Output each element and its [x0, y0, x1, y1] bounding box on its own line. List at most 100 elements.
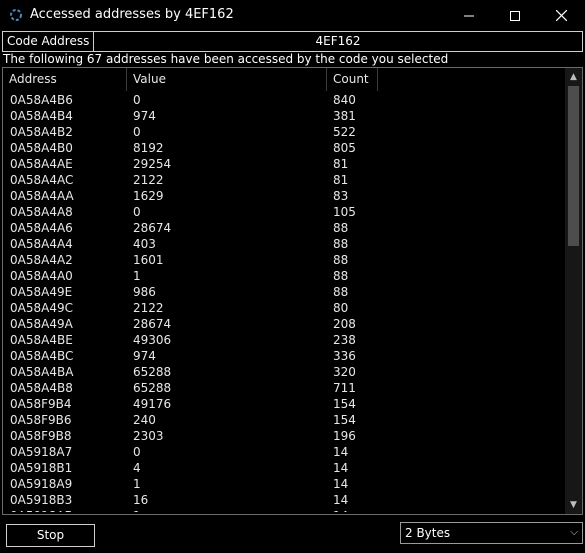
close-button[interactable] — [538, 0, 584, 31]
chevron-down-icon: ⌵ — [570, 527, 578, 538]
count-cell: 208 — [333, 317, 356, 331]
chevron-down-icon[interactable]: ▼ — [565, 498, 582, 512]
count-cell: 14 — [333, 508, 348, 512]
count-cell: 196 — [333, 429, 356, 443]
maximize-button[interactable] — [492, 0, 538, 31]
table-row[interactable]: 0A58A4BA 65288 320 — [3, 364, 565, 380]
value-cell: 974 — [133, 109, 156, 123]
table-row[interactable]: 0A5918B3 16 14 — [3, 492, 565, 508]
count-cell: 381 — [333, 109, 356, 123]
value-cell: 8192 — [133, 141, 164, 155]
address-cell: 0A58A4AC — [10, 173, 74, 187]
address-cell: 0A58F9B4 — [10, 397, 72, 411]
table-row[interactable]: 0A5918B1 4 14 — [3, 460, 565, 476]
table-row[interactable]: 0A58A49A 28674 208 — [3, 316, 565, 332]
table-row[interactable]: 0A58A4B6 0 840 — [3, 92, 565, 108]
value-cell: 1 — [133, 269, 141, 283]
count-cell: 840 — [333, 93, 356, 107]
count-cell: 80 — [333, 301, 349, 315]
table-row[interactable]: 0A58F9B4 49176 154 — [3, 396, 565, 412]
column-header-address[interactable]: Address — [3, 68, 127, 91]
address-cell: 0A58A4A6 — [10, 221, 73, 235]
count-cell: 320 — [333, 365, 356, 379]
count-cell: 88 — [333, 237, 349, 251]
count-cell: 81 — [333, 157, 349, 171]
table-row[interactable]: 0A58F9B6 240 154 — [3, 412, 565, 428]
table-row[interactable]: 0A58A4A2 1601 88 — [3, 252, 565, 268]
count-cell: 88 — [333, 285, 349, 299]
column-header-value[interactable]: Value — [127, 68, 327, 91]
size-select[interactable]: 2 Bytes ⌵ — [400, 522, 583, 544]
table-row[interactable]: 0A58A49C 2122 80 — [3, 300, 565, 316]
info-text: The following 67 addresses have been acc… — [3, 52, 449, 66]
value-cell: 1 — [133, 477, 141, 491]
table-row[interactable]: 0A5918AB 1 14 — [3, 508, 565, 512]
value-cell: 986 — [133, 285, 156, 299]
column-header-count[interactable]: Count — [327, 68, 378, 91]
table-row[interactable]: 0A58A4BC 974 336 — [3, 348, 565, 364]
value-cell: 29254 — [133, 157, 172, 171]
address-cell: 0A58A4A0 — [10, 269, 73, 283]
address-cell: 0A58A49A — [10, 317, 73, 331]
table-row[interactable]: 0A58A4AC 2122 81 — [3, 172, 565, 188]
address-cell: 0A58A4AE — [10, 157, 73, 171]
table-row[interactable]: 0A58A4A4 403 88 — [3, 236, 565, 252]
table-row[interactable]: 0A58A4A0 1 88 — [3, 268, 565, 284]
table-row[interactable]: 0A58A4B0 8192 805 — [3, 140, 565, 156]
address-cell: 0A58F9B6 — [10, 413, 72, 427]
count-cell: 154 — [333, 397, 356, 411]
value-cell: 1601 — [133, 253, 164, 267]
table-row[interactable]: 0A58A4AE 29254 81 — [3, 156, 565, 172]
accessed-addresses-list[interactable]: Address Value Count 0A58A4B6 0 840 0A58A4B4… — [2, 67, 583, 515]
value-cell: 4 — [133, 461, 141, 475]
value-cell: 1629 — [133, 189, 164, 203]
value-cell: 65288 — [133, 381, 172, 395]
address-cell: 0A58A4BE — [10, 333, 73, 347]
value-cell: 0 — [133, 445, 141, 459]
table-row[interactable]: 0A58A4AA 1629 83 — [3, 188, 565, 204]
count-cell: 154 — [333, 413, 356, 427]
value-cell: 49306 — [133, 333, 172, 347]
value-cell: 28674 — [133, 317, 172, 331]
stop-button[interactable]: Stop — [6, 524, 95, 547]
table-row[interactable]: 0A58A4BE 49306 238 — [3, 332, 565, 348]
close-icon — [555, 10, 567, 21]
count-cell: 88 — [333, 269, 349, 283]
minimize-icon — [464, 15, 474, 16]
address-cell: 0A58A4BC — [10, 349, 74, 363]
count-cell: 805 — [333, 141, 356, 155]
size-select-value: 2 Bytes — [405, 526, 451, 540]
value-cell: 0 — [133, 93, 141, 107]
table-row[interactable]: 0A58A4A6 28674 88 — [3, 220, 565, 236]
address-cell: 0A5918A7 — [10, 445, 73, 459]
window-title: Accessed addresses by 4EF162 — [30, 7, 234, 22]
address-cell: 0A58A4A4 — [10, 237, 73, 251]
address-cell: 0A5918AB — [10, 508, 73, 512]
count-cell: 81 — [333, 173, 349, 187]
address-cell: 0A58A4B2 — [10, 125, 73, 139]
table-row[interactable]: 0A58A4B4 974 381 — [3, 108, 565, 124]
minimize-button[interactable] — [446, 0, 492, 31]
scrollbar-thumb[interactable] — [568, 86, 579, 246]
table-row[interactable]: 0A58A4A8 0 105 — [3, 204, 565, 220]
table-row[interactable]: 0A5918A7 0 14 — [3, 444, 565, 460]
address-cell: 0A58A4A2 — [10, 253, 73, 267]
vertical-scrollbar[interactable]: ▲ ▼ — [565, 68, 582, 514]
value-cell: 403 — [133, 237, 156, 251]
table-row[interactable]: 0A58A4B2 0 522 — [3, 124, 565, 140]
table-row[interactable]: 0A58A4B8 65288 711 — [3, 380, 565, 396]
value-cell: 0 — [133, 125, 141, 139]
spinner-icon — [10, 9, 22, 21]
address-cell: 0A5918A9 — [10, 477, 73, 491]
address-cell: 0A58A4B0 — [10, 141, 73, 155]
address-cell: 0A58A4AA — [10, 189, 74, 203]
table-row[interactable]: 0A5918A9 1 14 — [3, 476, 565, 492]
table-row[interactable]: 0A58A49E 986 88 — [3, 284, 565, 300]
value-cell: 0 — [133, 205, 141, 219]
value-cell: 974 — [133, 349, 156, 363]
chevron-up-icon[interactable]: ▲ — [565, 70, 582, 84]
value-cell: 2122 — [133, 173, 164, 187]
table-row[interactable]: 0A58F9B8 2303 196 — [3, 428, 565, 444]
address-cell: 0A58A4BA — [10, 365, 74, 379]
address-cell: 0A58A49C — [10, 301, 73, 315]
